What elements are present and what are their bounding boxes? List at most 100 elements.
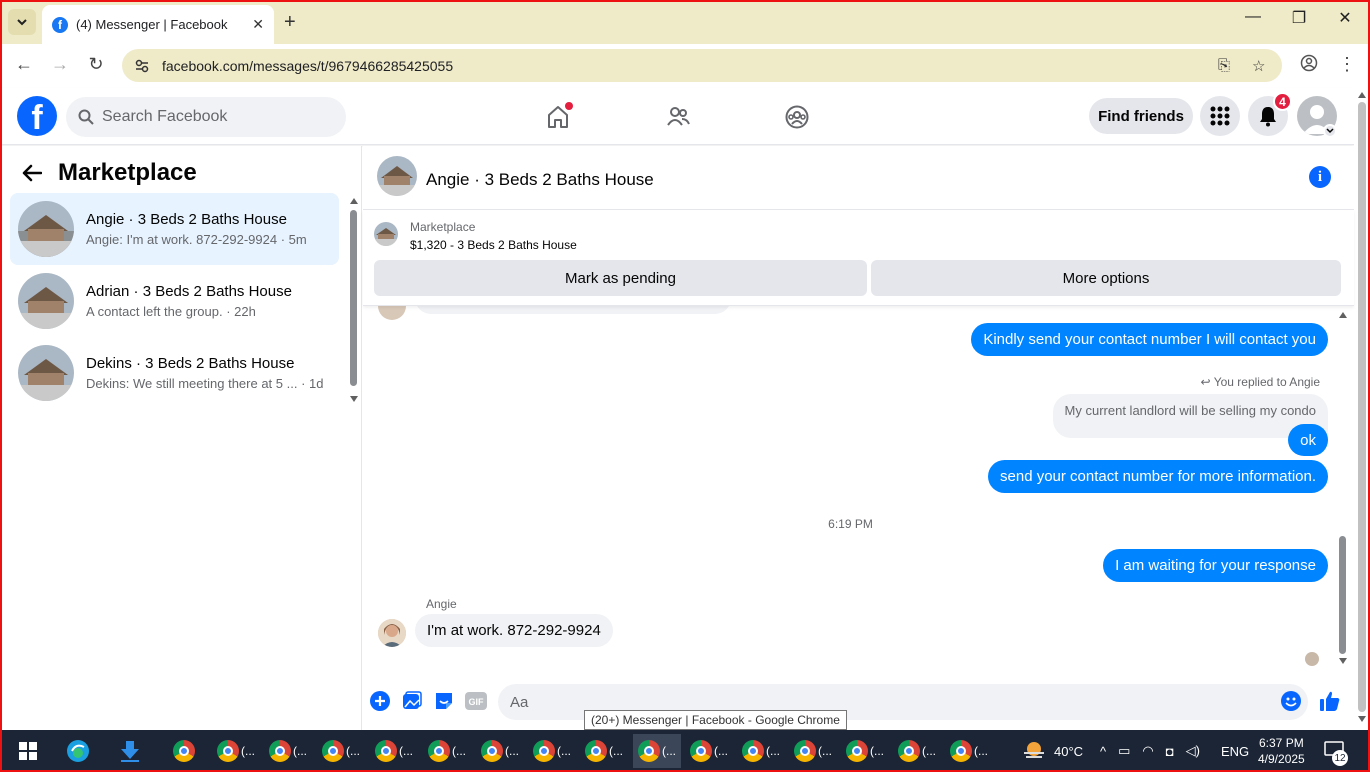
emoji-icon[interactable] <box>1280 690 1302 712</box>
notification-center-button[interactable]: 12 <box>1324 730 1348 772</box>
taskbar-window-label: (... <box>505 744 519 758</box>
mark-as-pending-button[interactable]: Mark as pending <box>374 260 867 296</box>
chat-avatar[interactable] <box>377 156 417 196</box>
edge-taskbar-icon[interactable] <box>54 734 102 768</box>
address-bar[interactable]: facebook.com/messages/t/9679466285425055… <box>122 49 1282 82</box>
battery-icon[interactable]: ▭ <box>1118 743 1130 759</box>
chrome-menu-icon[interactable]: ⋮ <box>1338 54 1356 75</box>
back-arrow-icon[interactable] <box>22 162 43 188</box>
browser-toolbar: ← → ↻ facebook.com/messages/t/9679466285… <box>0 44 1370 88</box>
menu-grid-button[interactable] <box>1200 96 1240 136</box>
friends-nav-icon[interactable] <box>663 102 693 132</box>
sticker-icon[interactable] <box>433 690 455 712</box>
svg-text:GIF: GIF <box>469 697 485 707</box>
gif-icon[interactable]: GIF <box>465 690 487 712</box>
chrome-taskbar-window[interactable]: (... <box>212 734 260 768</box>
reload-button[interactable]: ↻ <box>84 54 108 75</box>
conversation-item-angie[interactable]: Angie · 3 Beds 2 Baths House Angie: I'm … <box>10 193 339 265</box>
find-friends-button[interactable]: Find friends <box>1089 98 1193 134</box>
chrome-taskbar-window[interactable]: (... <box>476 734 524 768</box>
chrome-icon <box>742 740 764 762</box>
chat-title[interactable]: Angie · 3 Beds 2 Baths House <box>426 170 654 190</box>
sender-name: Angie <box>426 597 457 611</box>
wifi-icon[interactable]: ◠ <box>1142 743 1153 759</box>
new-tab-button[interactable]: + <box>284 11 296 34</box>
chrome-taskbar-window-active[interactable]: (... <box>633 734 681 768</box>
account-chevron-icon[interactable] <box>1323 124 1337 138</box>
tab-search-button[interactable] <box>8 9 36 35</box>
clock[interactable]: 6:37 PM 4/9/2025 <box>1258 730 1305 772</box>
chrome-taskbar-window[interactable]: (... <box>264 734 312 768</box>
chrome-icon <box>481 740 503 762</box>
weather-widget[interactable]: 40°C <box>1022 730 1083 772</box>
chrome-taskbar-icon[interactable] <box>160 734 208 768</box>
site-settings-icon[interactable] <box>134 58 150 74</box>
bookmark-star-icon[interactable]: ☆ <box>1252 57 1265 75</box>
scrollbar-thumb[interactable] <box>1339 536 1346 654</box>
quoted-message[interactable]: My current landlord will be selling my c… <box>1052 394 1328 438</box>
close-window-button[interactable]: ✕ <box>1322 8 1368 28</box>
profile-icon[interactable] <box>1300 54 1318 77</box>
download-taskbar-icon[interactable] <box>106 734 154 768</box>
conversation-name: Angie · 3 Beds 2 Baths House <box>86 211 287 228</box>
chrome-taskbar-window[interactable]: (... <box>317 734 365 768</box>
url-text: facebook.com/messages/t/9679466285425055 <box>162 57 454 74</box>
search-input[interactable] <box>102 108 322 126</box>
plus-circle-icon[interactable] <box>369 690 391 712</box>
scrollbar-thumb[interactable] <box>1358 102 1366 712</box>
windows-taskbar: (... (... (... (... (... (... (... (... … <box>0 730 1370 772</box>
chrome-taskbar-window[interactable]: (... <box>423 734 471 768</box>
chrome-taskbar-window[interactable]: (... <box>370 734 418 768</box>
chrome-taskbar-window[interactable]: (... <box>528 734 576 768</box>
chrome-taskbar-window[interactable]: (... <box>893 734 941 768</box>
close-tab-icon[interactable]: ✕ <box>252 16 264 33</box>
chat-panel: Angie · 3 Beds 2 Baths House i Marketpla… <box>363 146 1354 730</box>
taskbar-window-label: (... <box>922 744 936 758</box>
conversation-item-dekins[interactable]: Dekins · 3 Beds 2 Baths House Dekins: We… <box>10 337 339 409</box>
chevron-up-icon[interactable]: ^ <box>1100 744 1106 759</box>
back-button[interactable]: ← <box>12 54 36 75</box>
page-scrollbar[interactable] <box>1354 88 1370 730</box>
facebook-header: f Find friends 4 <box>0 88 1354 145</box>
facebook-logo[interactable]: f <box>17 96 57 136</box>
grid-icon <box>1210 106 1230 126</box>
chrome-taskbar-window[interactable]: (... <box>737 734 785 768</box>
chrome-taskbar-window[interactable]: (... <box>580 734 628 768</box>
info-icon[interactable]: i <box>1309 166 1331 188</box>
message-bubble-outgoing[interactable]: ok <box>1288 424 1328 456</box>
more-options-button[interactable]: More options <box>871 260 1341 296</box>
chat-scrollbar[interactable] <box>1338 310 1347 666</box>
message-bubble-outgoing[interactable]: I am waiting for your response <box>1103 549 1328 582</box>
conversation-list-scrollbar[interactable] <box>350 198 358 402</box>
chrome-icon <box>950 740 972 762</box>
groups-nav-icon[interactable] <box>782 102 812 132</box>
forward-button[interactable]: → <box>48 54 72 75</box>
camera-icon[interactable]: ◘ <box>1166 744 1174 759</box>
conversation-preview: Angie: I'm at work. 872-292-9924 · 5m <box>86 232 307 247</box>
message-bubble-outgoing[interactable]: Kindly send your contact number I will c… <box>971 323 1328 356</box>
message-timestamp: 6:19 PM <box>828 517 873 531</box>
photo-icon[interactable] <box>401 690 423 712</box>
message-bubble-outgoing[interactable]: send your contact number for more inform… <box>988 460 1328 493</box>
restore-button[interactable]: ❐ <box>1276 8 1322 28</box>
chrome-taskbar-window[interactable]: (... <box>685 734 733 768</box>
facebook-search[interactable] <box>66 97 346 137</box>
browser-tab[interactable]: f (4) Messenger | Facebook ✕ <box>42 5 274 44</box>
listing-thumbnail[interactable] <box>374 222 398 246</box>
chrome-taskbar-window[interactable]: (... <box>945 734 993 768</box>
start-button[interactable] <box>4 734 52 768</box>
install-app-icon[interactable]: ⎘ <box>1218 57 1230 74</box>
message-bubble-incoming[interactable]: I'm at work. 872-292-9924 <box>415 614 613 647</box>
thumbs-up-icon[interactable] <box>1319 690 1341 712</box>
conversation-name: Adrian · 3 Beds 2 Baths House <box>86 283 292 300</box>
chrome-taskbar-window[interactable]: (... <box>841 734 889 768</box>
volume-icon[interactable]: ◁) <box>1186 743 1200 759</box>
notifications-button[interactable]: 4 <box>1248 92 1292 136</box>
minimize-button[interactable]: — <box>1230 8 1276 26</box>
home-nav-icon[interactable] <box>543 102 573 132</box>
scrollbar-thumb[interactable] <box>350 210 357 386</box>
conversation-item-adrian[interactable]: Adrian · 3 Beds 2 Baths House A contact … <box>10 265 339 337</box>
contact-avatar[interactable] <box>378 619 406 647</box>
language-indicator[interactable]: ENG <box>1221 730 1249 772</box>
chrome-taskbar-window[interactable]: (... <box>789 734 837 768</box>
